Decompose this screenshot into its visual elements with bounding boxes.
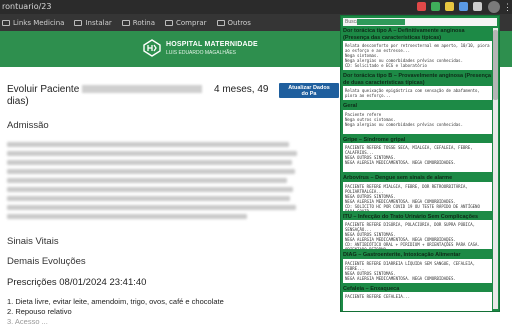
bookmark-outros[interactable]: Outros: [216, 18, 251, 27]
template-title: Dor torácica tipo B – Provavelmente angi…: [343, 73, 491, 86]
section-demais-evolucoes: Demais Evoluções: [7, 256, 86, 267]
extension-icon[interactable]: [417, 2, 426, 11]
section-admissao: Admissão: [7, 120, 49, 131]
patient-age: 4 meses, 49: [214, 84, 269, 95]
bookmark-links-medicina[interactable]: Links Medicina: [2, 19, 64, 27]
bookmark-instalar[interactable]: Instalar: [74, 18, 112, 27]
template-item[interactable]: Cefaleia – Enxaqueca PACIENTE REFERE CEF…: [343, 286, 492, 311]
bookmark-comprar[interactable]: Comprar: [165, 18, 207, 27]
list-item: 2. Repouso relativo: [7, 307, 72, 316]
folder-icon: [165, 19, 174, 26]
url-text[interactable]: rontuario/23: [2, 2, 51, 12]
page-title: Evoluir Paciente: [7, 84, 203, 96]
redacted-admission-text: [7, 142, 297, 230]
template-item[interactable]: DIAG – Gastroenterite, Intoxicação Alime…: [343, 252, 492, 283]
extension-icon[interactable]: [445, 2, 454, 11]
folder-icon: [216, 19, 225, 26]
bookmark-rotina[interactable]: Rotina: [121, 18, 156, 27]
update-patient-data-button[interactable]: Atualizar Dados do Pa: [279, 83, 339, 98]
kebab-menu-icon[interactable]: ⋮: [503, 1, 512, 13]
template-body[interactable]: PACIENTE REFERE MIALGIA, FEBRE, DOR RETR…: [343, 181, 492, 211]
bookmark-label: Links Medicina: [13, 18, 65, 27]
redacted-patient-name: [82, 85, 203, 94]
template-item[interactable]: Dor torácica tipo A – Definitivamente an…: [343, 28, 492, 70]
template-body[interactable]: Relata desconforto por retroesternal em …: [343, 41, 492, 70]
template-item[interactable]: Geral Paciente refere Nega outros sintom…: [343, 103, 492, 134]
list-item: 3. Acesso ...: [7, 317, 48, 326]
title-prefix: Evoluir Paciente: [7, 84, 80, 95]
list-item: 1. Dieta livre, evitar leite, amendoim, …: [7, 297, 224, 306]
template-item[interactable]: Gripe – Síndrome gripal PACIENTE REFERE …: [343, 137, 492, 172]
template-title: Dor torácica tipo A – Definitivamente an…: [343, 28, 465, 41]
extension-toolbar: [417, 2, 482, 11]
search-highlight: [357, 19, 405, 25]
template-item[interactable]: Dor torácica tipo B – Provavelmente angi…: [343, 73, 492, 100]
hospital-logo-icon: [143, 39, 161, 57]
bookmark-label: Rotina: [132, 18, 156, 27]
template-body[interactable]: PACIENTE REFERE DISÚRIA, POLACIÚRIA, DOR…: [343, 220, 492, 249]
template-list: Dor torácica tipo A – Definitivamente an…: [343, 28, 492, 311]
prescription-list: 1. Dieta livre, evitar leite, amendoim, …: [7, 297, 224, 327]
template-body[interactable]: Paciente refere Nega outros sintomas. Ne…: [343, 109, 492, 134]
template-body[interactable]: PACIENTE REFERE DIARREIA LÍQUIDA SEM SAN…: [343, 258, 492, 283]
extension-icon[interactable]: [431, 2, 440, 11]
template-item[interactable]: Arbovírus – Dengue sem sinais de alarme …: [343, 175, 492, 211]
template-popup: Busca: Dor torácica tipo A – Definitivam…: [340, 15, 500, 312]
extension-icon[interactable]: [459, 2, 468, 11]
section-prescricoes: Prescrições 08/01/2024 23:41:40: [7, 277, 147, 288]
bookmark-label: Outros: [227, 18, 251, 27]
profile-avatar[interactable]: [488, 1, 500, 13]
puzzle-icon[interactable]: [473, 2, 482, 11]
folder-icon: [74, 19, 83, 26]
hospital-name: HOSPITAL MATERNIDADE: [166, 41, 258, 48]
template-body[interactable]: Relata queixação epigástrica com sensaçã…: [343, 86, 492, 100]
folder-icon: [2, 19, 10, 26]
template-body[interactable]: PACIENTE REFERE CEFALEIA...: [343, 292, 492, 311]
hospital-subtitle: LUIS EDUARDO MAGALHÃES: [166, 50, 237, 56]
template-body[interactable]: PACIENTE REFERE TOSSE SECA, MIALGIA, CEF…: [343, 143, 492, 172]
browser-address-bar[interactable]: rontuario/23 ⋮: [0, 0, 512, 14]
template-item[interactable]: ITU – Infecção do Trato Urinário Sem Com…: [343, 213, 492, 249]
bookmark-label: Instalar: [85, 18, 112, 27]
popup-scrollbar[interactable]: [493, 28, 498, 309]
patient-age-suffix: dias): [7, 96, 29, 107]
search-input[interactable]: Busca:: [343, 18, 497, 26]
folder-icon: [121, 19, 130, 26]
template-title: ITU – Infecção do Trato Urinário Sem Com…: [343, 213, 479, 220]
section-sinais-vitais: Sinais Vitais: [7, 236, 59, 247]
scrollbar-thumb[interactable]: [493, 30, 498, 100]
bookmark-label: Comprar: [176, 18, 207, 27]
